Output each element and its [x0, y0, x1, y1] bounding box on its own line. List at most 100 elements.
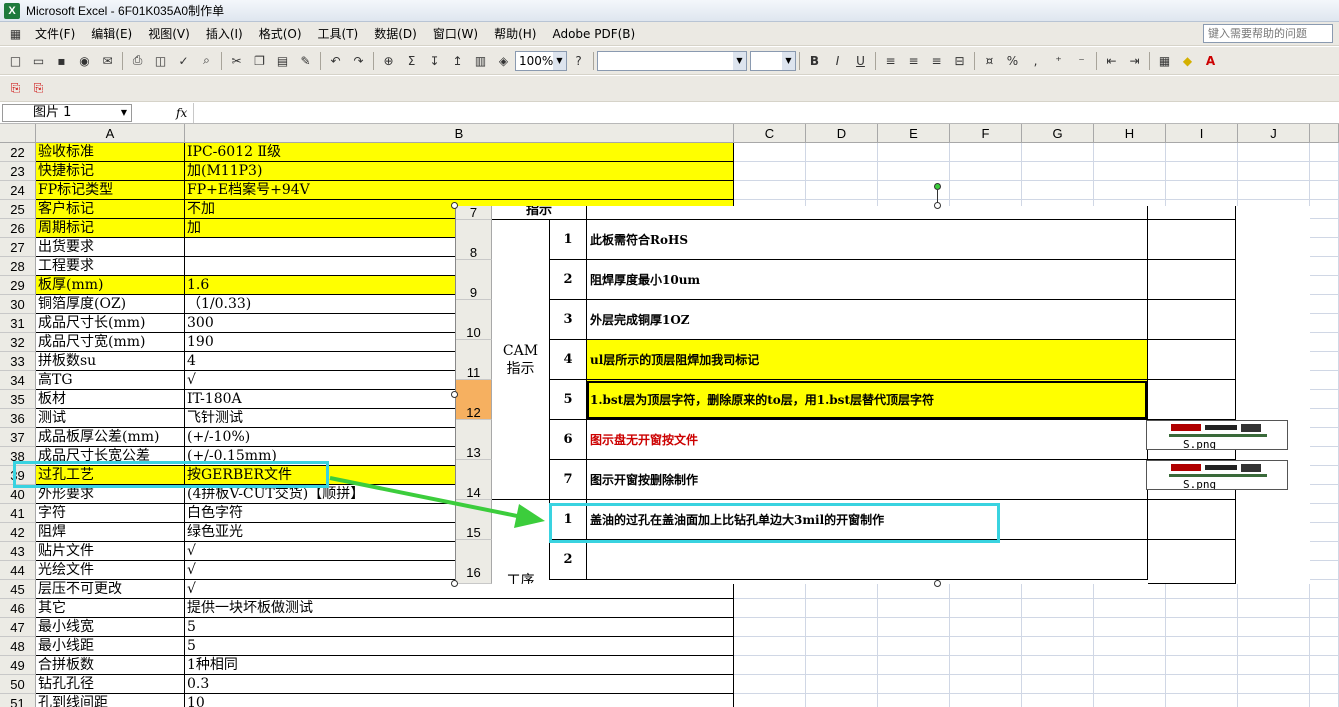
empty-cell[interactable]	[1238, 675, 1310, 694]
column-header[interactable]: A	[36, 124, 185, 143]
empty-cell[interactable]	[1310, 371, 1339, 390]
cell-value[interactable]: 加(M11P3)	[185, 162, 734, 181]
research-icon[interactable]: ⌕	[196, 51, 217, 71]
italic-icon[interactable]: I	[827, 51, 848, 71]
row-number[interactable]: 24	[0, 181, 36, 200]
empty-cell[interactable]	[1022, 656, 1094, 675]
fill-color-icon[interactable]: ◆	[1177, 51, 1198, 71]
row-number[interactable]: 28	[0, 257, 36, 276]
cell-value[interactable]: 10	[185, 694, 734, 707]
empty-cell[interactable]	[1094, 181, 1166, 200]
align-center-icon[interactable]: ≡	[903, 51, 924, 71]
empty-cell[interactable]	[1238, 143, 1310, 162]
row-number[interactable]: 23	[0, 162, 36, 181]
row-number[interactable]: 32	[0, 333, 36, 352]
empty-cell[interactable]	[1022, 599, 1094, 618]
empty-cell[interactable]	[878, 637, 950, 656]
increase-decimal-icon[interactable]: ⁺	[1048, 51, 1069, 71]
cell-label[interactable]: 成品板厚公差(mm)	[36, 428, 185, 447]
empty-cell[interactable]	[1310, 428, 1339, 447]
cell-label[interactable]: 快捷标记	[36, 162, 185, 181]
bold-icon[interactable]: B	[804, 51, 825, 71]
empty-cell[interactable]	[1238, 162, 1310, 181]
open-icon[interactable]: ▭	[28, 51, 49, 71]
new-icon[interactable]: □	[5, 51, 26, 71]
empty-cell[interactable]	[806, 656, 878, 675]
row-number[interactable]: 27	[0, 238, 36, 257]
row-number[interactable]: 33	[0, 352, 36, 371]
cell-label[interactable]: 工程要求	[36, 257, 185, 276]
empty-cell[interactable]	[1166, 675, 1238, 694]
empty-cell[interactable]	[1238, 694, 1310, 707]
empty-cell[interactable]	[1310, 219, 1339, 238]
empty-cell[interactable]	[1094, 162, 1166, 181]
row-number[interactable]: 31	[0, 314, 36, 333]
empty-cell[interactable]	[1310, 352, 1339, 371]
empty-cell[interactable]	[1022, 637, 1094, 656]
increase-indent-icon[interactable]: ⇥	[1124, 51, 1145, 71]
borders-icon[interactable]: ▦	[1154, 51, 1175, 71]
row-number[interactable]: 26	[0, 219, 36, 238]
empty-cell[interactable]	[1094, 599, 1166, 618]
empty-cell[interactable]	[806, 694, 878, 707]
empty-cell[interactable]	[734, 675, 806, 694]
column-header[interactable]: G	[1022, 124, 1094, 143]
cell-label[interactable]: 最小线距	[36, 637, 185, 656]
empty-cell[interactable]	[1310, 314, 1339, 333]
column-header[interactable]: B	[185, 124, 734, 143]
row-number[interactable]: 37	[0, 428, 36, 447]
cell-label[interactable]: 阻焊	[36, 523, 185, 542]
cell-label[interactable]: 板厚(mm)	[36, 276, 185, 295]
empty-cell[interactable]	[1094, 656, 1166, 675]
align-left-icon[interactable]: ≡	[880, 51, 901, 71]
row-number[interactable]: 41	[0, 504, 36, 523]
comma-icon[interactable]: ,	[1025, 51, 1046, 71]
empty-cell[interactable]	[1094, 618, 1166, 637]
cell-label[interactable]: 孔到线间距	[36, 694, 185, 707]
font-color-icon[interactable]: A	[1200, 51, 1221, 71]
underline-icon[interactable]: U	[850, 51, 871, 71]
row-number[interactable]: 30	[0, 295, 36, 314]
empty-cell[interactable]	[734, 656, 806, 675]
cell-value[interactable]: 0.3	[185, 675, 734, 694]
cell-label[interactable]: 其它	[36, 599, 185, 618]
cell-label[interactable]: 最小线宽	[36, 618, 185, 637]
cell-label[interactable]: 钻孔孔径	[36, 675, 185, 694]
cell-label[interactable]: 成品尺寸宽(mm)	[36, 333, 185, 352]
pdf-email-icon[interactable]: ⎘	[28, 79, 49, 99]
currency-icon[interactable]: ¤	[979, 51, 1000, 71]
empty-cell[interactable]	[1022, 618, 1094, 637]
resize-handle[interactable]	[451, 580, 458, 587]
empty-cell[interactable]	[734, 162, 806, 181]
permission-icon[interactable]: ◉	[74, 51, 95, 71]
column-header[interactable]: H	[1094, 124, 1166, 143]
empty-cell[interactable]	[1094, 637, 1166, 656]
empty-cell[interactable]	[1310, 637, 1339, 656]
empty-cell[interactable]	[1022, 181, 1094, 200]
empty-cell[interactable]	[950, 162, 1022, 181]
cell-label[interactable]: 成品尺寸长(mm)	[36, 314, 185, 333]
empty-cell[interactable]	[1238, 181, 1310, 200]
empty-cell[interactable]	[1094, 143, 1166, 162]
row-number[interactable]: 25	[0, 200, 36, 219]
undo-icon[interactable]: ↶	[325, 51, 346, 71]
cell-label[interactable]: 验收标准	[36, 143, 185, 162]
cell-value[interactable]: 5	[185, 637, 734, 656]
empty-cell[interactable]	[950, 618, 1022, 637]
empty-cell[interactable]	[1310, 295, 1339, 314]
empty-cell[interactable]	[1310, 656, 1339, 675]
empty-cell[interactable]	[950, 143, 1022, 162]
empty-cell[interactable]	[1310, 143, 1339, 162]
row-number[interactable]: 35	[0, 390, 36, 409]
empty-cell[interactable]	[1310, 694, 1339, 707]
empty-cell[interactable]	[1238, 656, 1310, 675]
document-icon[interactable]: ▦	[5, 24, 26, 44]
empty-cell[interactable]	[806, 162, 878, 181]
cell-value[interactable]: 5	[185, 618, 734, 637]
print-preview-icon[interactable]: ◫	[150, 51, 171, 71]
format-painter-icon[interactable]: ✎	[295, 51, 316, 71]
merge-center-icon[interactable]: ⊟	[949, 51, 970, 71]
menu-view[interactable]: 视图(V)	[140, 24, 198, 44]
save-icon[interactable]: ▪	[51, 51, 72, 71]
empty-cell[interactable]	[878, 162, 950, 181]
